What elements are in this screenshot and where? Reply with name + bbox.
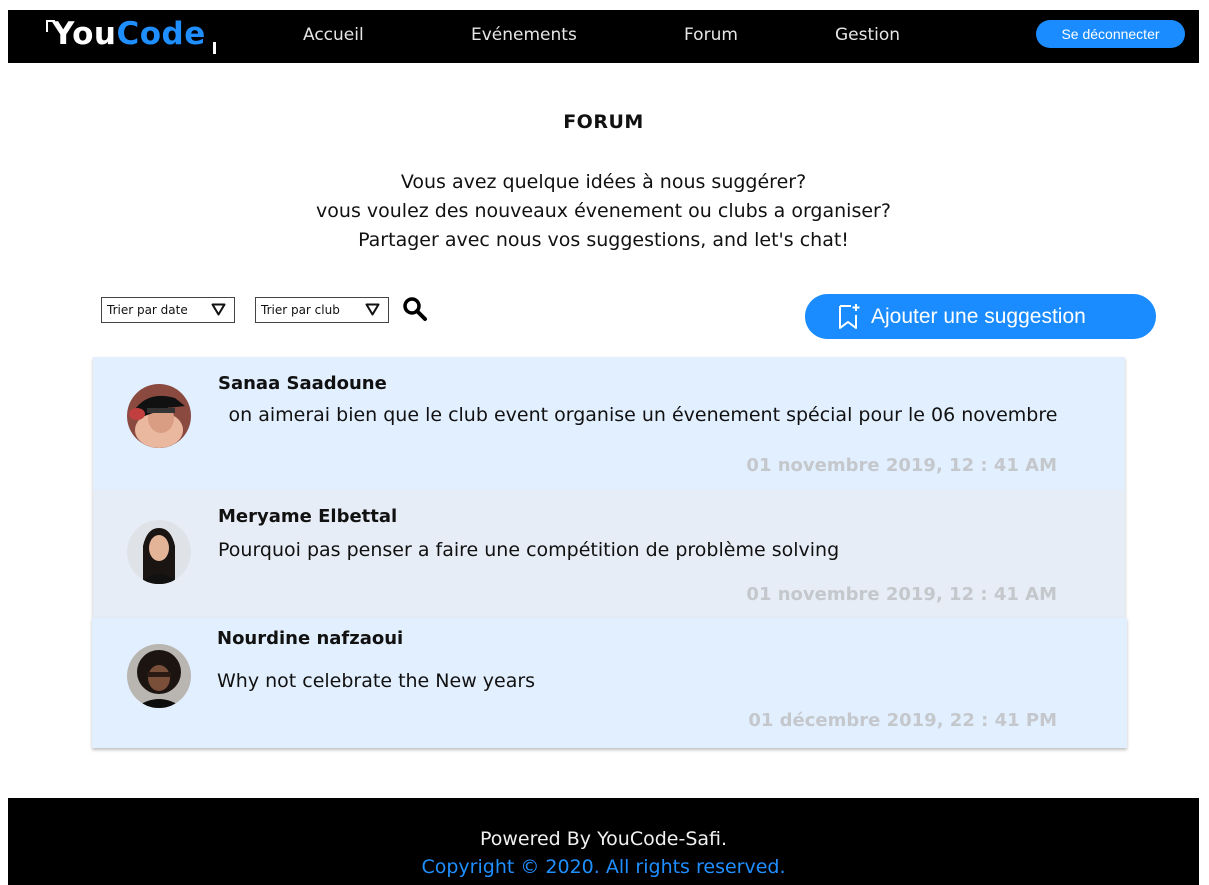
footer-copyright: Copyright © 2020. All rights reserved.: [421, 856, 786, 878]
suggestion-card[interactable]: Sanaa Saadoune on aimerai bien que le cl…: [93, 357, 1125, 490]
page-footer: Powered By YouCode-Safi. Copyright © 202…: [8, 798, 1199, 885]
add-suggestion-label: Ajouter une suggestion: [871, 304, 1086, 328]
logo-text-code: Code: [116, 16, 206, 52]
suggestion-author: Sanaa Saadoune: [218, 373, 387, 394]
suggestion-message: on aimerai bien que le club event organi…: [228, 404, 1058, 426]
logout-button[interactable]: Se déconnecter: [1036, 20, 1185, 48]
top-navbar: YouCode Accueil Evénements Forum Gestion…: [8, 10, 1199, 63]
intro-line-2: vous voulez des nouveaux évenement ou cl…: [316, 200, 891, 222]
intro-line-3: Partager avec nous vos suggestions, and …: [358, 229, 849, 251]
suggestion-date: 01 novembre 2019, 12 : 41 AM: [746, 455, 1057, 476]
avatar: [127, 384, 191, 448]
add-suggestion-button[interactable]: Ajouter une suggestion: [805, 294, 1156, 339]
intro-line-1: Vous avez quelque idées à nous suggérer?: [400, 171, 807, 193]
forum-intro: Vous avez quelque idées à nous suggérer?…: [8, 168, 1199, 255]
suggestion-author: Nourdine nafzaoui: [217, 628, 404, 649]
nav-link-evenements[interactable]: Evénements: [471, 25, 577, 45]
avatar: [127, 520, 191, 584]
suggestion-card[interactable]: Nourdine nafzaoui Why not celebrate the …: [92, 618, 1127, 748]
logo-bracket-end-icon: [209, 42, 216, 54]
youcode-logo[interactable]: YouCode: [46, 16, 216, 56]
nav-link-accueil[interactable]: Accueil: [303, 25, 364, 45]
suggestion-message: Why not celebrate the New years: [217, 670, 536, 692]
suggestion-date: 01 novembre 2019, 12 : 41 AM: [746, 584, 1057, 605]
logo-text-you: You: [52, 16, 117, 52]
triangle-down-icon: [365, 303, 380, 316]
suggestion-date: 01 décembre 2019, 22 : 41 PM: [748, 710, 1057, 731]
sort-by-club-label: Trier par club: [261, 303, 340, 317]
search-icon[interactable]: [402, 296, 428, 322]
suggestion-message: Pourquoi pas penser a faire une compétit…: [218, 539, 840, 561]
suggestion-author: Meryame Elbettal: [218, 506, 398, 527]
sort-by-date-label: Trier par date: [107, 303, 188, 317]
sort-by-club-select[interactable]: Trier par club: [255, 297, 389, 323]
suggestion-card[interactable]: Meryame Elbettal Pourquoi pas penser a f…: [93, 490, 1125, 618]
avatar: [127, 644, 191, 708]
page-title: FORUM: [563, 111, 644, 133]
triangle-down-icon: [211, 303, 226, 316]
logo-bracket-icon: [46, 20, 55, 32]
footer-powered-by: Powered By YouCode-Safi.: [479, 828, 728, 850]
nav-link-forum[interactable]: Forum: [684, 25, 738, 45]
page: YouCode Accueil Evénements Forum Gestion…: [8, 10, 1199, 885]
bookmark-add-icon: [837, 303, 861, 331]
sort-by-date-select[interactable]: Trier par date: [101, 297, 235, 323]
nav-link-gestion[interactable]: Gestion: [835, 25, 900, 45]
